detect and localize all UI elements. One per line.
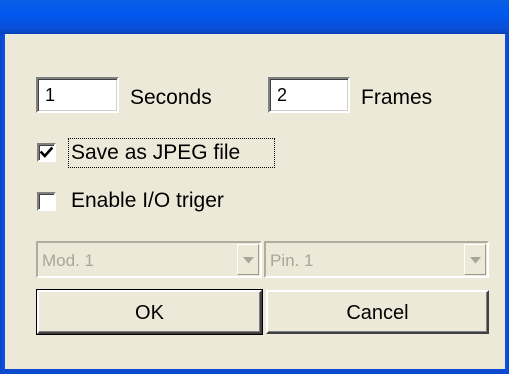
- window-border-right: [505, 34, 509, 374]
- checkmark-icon: [40, 146, 53, 158]
- save-jpeg-label[interactable]: Save as JPEG file: [71, 141, 240, 165]
- pin-select-value: Pin. 1: [270, 251, 314, 270]
- enable-io-checkbox[interactable]: [37, 192, 56, 211]
- enable-io-label[interactable]: Enable I/O triger: [71, 189, 224, 213]
- ok-button[interactable]: OK: [36, 289, 263, 335]
- pin-select[interactable]: Pin. 1: [264, 241, 489, 278]
- module-select-value: Mod. 1: [42, 251, 94, 270]
- seconds-label: Seconds: [130, 86, 212, 109]
- title-bar[interactable]: [0, 0, 509, 34]
- dialog-window: 1 Seconds 2 Frames Save as JPEG file Ena…: [0, 0, 509, 374]
- save-jpeg-checkbox[interactable]: [37, 143, 56, 162]
- ok-button-label: OK: [135, 302, 164, 324]
- cancel-button[interactable]: Cancel: [266, 290, 489, 334]
- chevron-down-icon: [470, 257, 481, 264]
- seconds-input[interactable]: 1: [36, 77, 119, 113]
- dialog-body: 1 Seconds 2 Frames Save as JPEG file Ena…: [5, 34, 505, 369]
- chevron-down-icon: [243, 257, 254, 264]
- window-border-bottom: [0, 369, 509, 374]
- cancel-button-label: Cancel: [346, 302, 409, 324]
- frames-label: Frames: [361, 86, 433, 109]
- pin-dropdown-button[interactable]: [464, 244, 486, 275]
- frames-input[interactable]: 2: [268, 77, 350, 113]
- module-dropdown-button[interactable]: [237, 244, 259, 275]
- module-select[interactable]: Mod. 1: [36, 241, 262, 278]
